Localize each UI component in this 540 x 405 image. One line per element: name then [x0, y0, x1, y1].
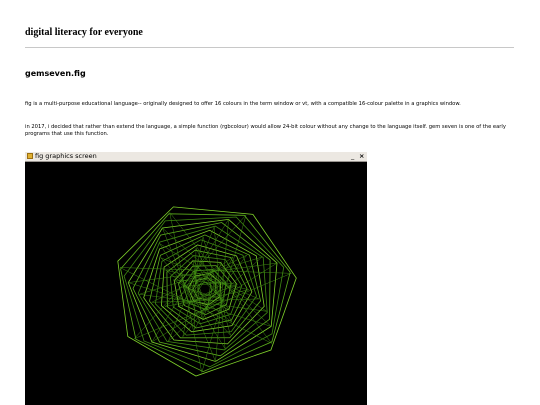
- gem-outline: [120, 213, 291, 373]
- header-divider: [25, 47, 514, 48]
- close-button[interactable]: ×: [359, 152, 364, 161]
- minimize-button[interactable]: _: [351, 152, 354, 161]
- post-title: gemseven.fig: [25, 69, 86, 78]
- gem-outline: [178, 265, 232, 316]
- window-titlebar[interactable]: fig graphics screen _ ×: [25, 152, 367, 162]
- gem-line-group: [117, 206, 297, 377]
- gem-facet-line: [159, 243, 226, 349]
- gem-graphics-canvas: [117, 206, 297, 377]
- post-paragraph-1: fig is a multi-purpose educational langu…: [25, 101, 461, 107]
- fig-app-icon: [27, 153, 33, 159]
- post-paragraph-2: in 2017, i decided that rather than exte…: [25, 124, 506, 137]
- graphics-window: fig graphics screen _ ×: [25, 152, 367, 405]
- window-title: fig graphics screen: [35, 152, 97, 160]
- site-title: digital literacy for everyone: [25, 27, 143, 38]
